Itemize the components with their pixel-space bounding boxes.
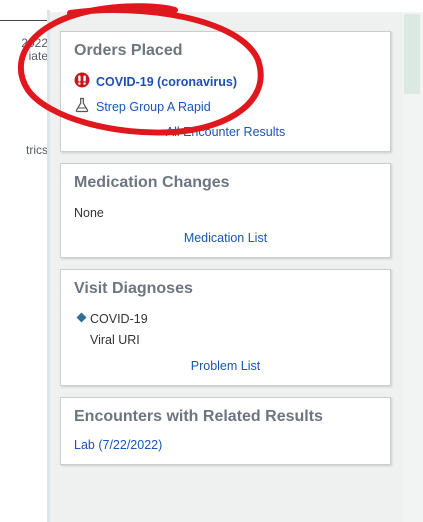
left-pane-text-3: trics [26,143,48,157]
problem-list-link[interactable]: Problem List [61,359,390,373]
encounters-related-results-title: Encounters with Related Results [74,408,323,425]
medication-list-link[interactable]: Medication List [61,231,390,245]
all-encounter-results-link[interactable]: All Encounter Results [61,125,390,139]
left-pane-text-2: iate [28,49,48,63]
diagnosis-covid-text: COVID-19 [90,312,148,326]
orders-placed-title: Orders Placed [74,42,183,59]
diamond-icon [76,312,87,326]
diagnosis-item-primary: COVID-19 [76,312,148,326]
visit-diagnoses-title: Visit Diagnoses [74,280,193,297]
order-item-covid[interactable]: COVID-19 (coronavirus) [74,72,237,91]
order-item-strep[interactable]: Strep Group A Rapid [74,97,211,116]
lab-encounter-link[interactable]: Lab (7/22/2022) [74,438,162,452]
flask-icon [74,97,90,116]
medication-changes-card: Medication Changes None Medication List [60,163,391,258]
order-strep-link[interactable]: Strep Group A Rapid [96,100,211,114]
encounters-related-results-card: Encounters with Related Results Lab (7/2… [60,397,391,465]
left-pane-text-1: 2022 [21,36,48,50]
left-pane: 2022 iate trics [0,0,48,522]
diagnosis-viral-uri-text: Viral URI [90,333,140,347]
scrollbar-thumb[interactable] [404,14,420,94]
order-covid-link[interactable]: COVID-19 (coronavirus) [96,75,237,89]
visit-diagnoses-card: Visit Diagnoses COVID-19 Viral URI Probl… [60,269,391,386]
medication-changes-title: Medication Changes [74,174,230,191]
medication-none-text: None [74,206,104,220]
orders-placed-card: Orders Placed COVID-19 (coronavirus) Str… [60,31,391,152]
red-alert-icon [74,72,90,91]
